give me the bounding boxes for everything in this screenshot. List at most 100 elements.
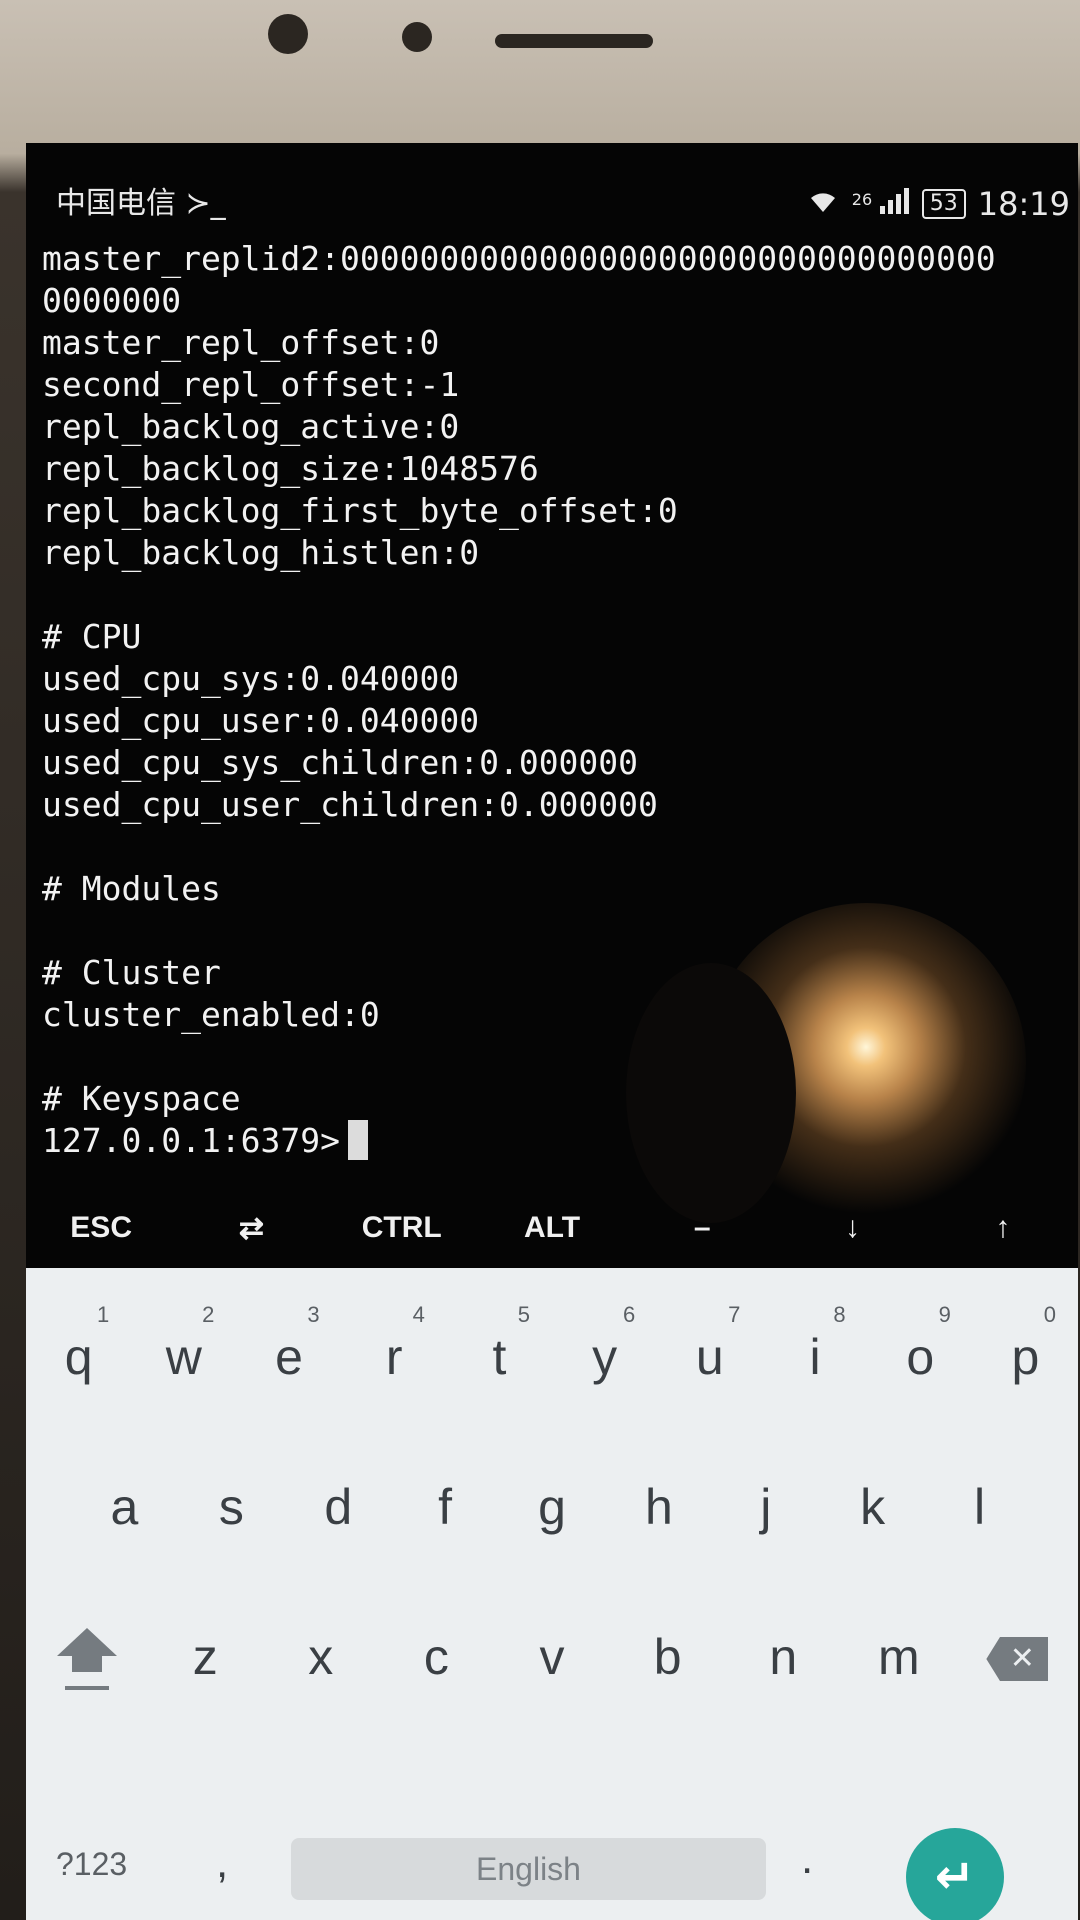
front-camera — [268, 14, 308, 54]
key-k[interactable]: k — [819, 1478, 926, 1536]
key-label: u — [695, 1329, 724, 1385]
key-h[interactable]: h — [605, 1478, 712, 1536]
key-d[interactable]: d — [285, 1478, 392, 1536]
terminal-line: used_cpu_user_children:0.000000 — [42, 785, 658, 824]
enter-icon: ↵ — [934, 1849, 976, 1905]
key-l[interactable]: l — [926, 1478, 1033, 1536]
terminal-line: # Cluster — [42, 953, 221, 992]
key-c[interactable]: c — [379, 1628, 495, 1690]
key-hint: 3 — [307, 1302, 320, 1327]
terminal-line: second_repl_offset:-1 — [42, 365, 460, 404]
key-hint: 6 — [622, 1302, 636, 1327]
status-bar: 中国电信 ≻_ 26 53 18:19 — [26, 143, 1078, 223]
signal-icon: 26 — [852, 188, 910, 220]
phone-screen: 中国电信 ≻_ 26 53 18:19 master_replid2:00000… — [26, 143, 1078, 1920]
key-f[interactable]: f — [392, 1478, 499, 1536]
key-label: y — [592, 1329, 618, 1385]
key-v[interactable]: v — [494, 1628, 610, 1690]
key-y[interactable]: 6y — [552, 1302, 657, 1386]
key-label: o — [906, 1329, 935, 1385]
key-q[interactable]: 1q — [26, 1302, 131, 1386]
terminal-line: master_replid2:0000000000000000000000000… — [42, 239, 996, 278]
terminal-line: repl_backlog_size:1048576 — [42, 449, 539, 488]
esc-key[interactable]: ESC — [26, 1211, 176, 1245]
keyboard-bottom-row: ?123 , English . ↵ — [26, 1828, 1078, 1920]
key-j[interactable]: j — [712, 1478, 819, 1536]
terminal-line: cluster_enabled:0 — [42, 995, 380, 1034]
symbols-key[interactable]: ?123 — [56, 1846, 127, 1883]
key-label: p — [1011, 1329, 1040, 1385]
shift-icon — [56, 1628, 117, 1690]
terminal-prompt-line[interactable]: 127.0.0.1:6379> — [42, 1120, 1072, 1162]
key-hint: 5 — [517, 1302, 531, 1327]
key-s[interactable]: s — [178, 1478, 285, 1536]
key-hint: 2 — [202, 1302, 215, 1327]
key-e[interactable]: 3e — [236, 1302, 341, 1386]
ctrl-key[interactable]: CTRL — [327, 1211, 477, 1245]
key-x[interactable]: x — [263, 1628, 379, 1690]
terminal-cursor — [348, 1120, 369, 1160]
backspace-icon: ✕ — [986, 1637, 1049, 1681]
backspace-key[interactable]: ✕ — [957, 1628, 1078, 1690]
terminal-line: repl_backlog_active:0 — [42, 407, 460, 446]
key-i[interactable]: 8i — [762, 1302, 867, 1386]
comma-key[interactable]: , — [216, 1838, 228, 1888]
carrier-label: 中国电信 ≻_ — [56, 186, 226, 221]
key-m[interactable]: m — [841, 1628, 957, 1690]
terminal-line: used_cpu_sys_children:0.000000 — [42, 743, 639, 782]
key-r[interactable]: 4r — [342, 1302, 447, 1386]
alt-key[interactable]: ALT — [477, 1211, 627, 1245]
terminal-line: 0000000 — [42, 281, 182, 320]
status-icons: 26 53 18:19 — [806, 185, 1070, 223]
soft-keyboard: 1q2w3e4r5t6y7u8i9o0p asdfghjkl z x c v b n m ✕ … — [26, 1268, 1078, 1920]
key-hint: 9 — [938, 1302, 951, 1327]
key-hint: 1 — [96, 1302, 110, 1327]
key-w[interactable]: 2w — [131, 1302, 236, 1386]
shift-key[interactable] — [26, 1628, 147, 1690]
earpiece-speaker — [495, 34, 653, 48]
proximity-sensor — [402, 22, 432, 52]
network-type-label: 26 — [851, 190, 873, 209]
enter-key[interactable]: ↵ — [906, 1828, 1004, 1920]
dash-key[interactable]: – — [627, 1211, 777, 1245]
key-o[interactable]: 9o — [868, 1302, 973, 1386]
key-n[interactable]: n — [725, 1628, 841, 1690]
terminal-line: repl_backlog_first_byte_offset:0 — [42, 491, 678, 530]
key-u[interactable]: 7u — [657, 1302, 762, 1386]
key-label: q — [64, 1329, 93, 1385]
battery-icon: 53 — [921, 189, 966, 219]
key-a[interactable]: a — [71, 1478, 178, 1536]
extra-keys-row: ESC ⇄ CTRL ALT – ↓ ↑ — [26, 1188, 1078, 1268]
key-z[interactable]: z — [147, 1628, 263, 1690]
terminal-line: repl_backlog_histlen:0 — [42, 533, 480, 572]
period-key[interactable]: . — [801, 1834, 813, 1884]
key-label: i — [809, 1329, 821, 1385]
key-label: e — [275, 1329, 303, 1385]
key-g[interactable]: g — [499, 1478, 606, 1536]
keyboard-row-1: 1q2w3e4r5t6y7u8i9o0p — [26, 1302, 1078, 1386]
keyboard-row-2: asdfghjkl — [26, 1478, 1078, 1536]
terminal-line: master_repl_offset:0 — [42, 323, 440, 362]
terminal-prompt: 127.0.0.1:6379> — [42, 1121, 341, 1160]
clock: 18:19 — [977, 185, 1070, 223]
wifi-icon — [806, 187, 840, 222]
key-t[interactable]: 5t — [447, 1302, 552, 1386]
key-b[interactable]: b — [610, 1628, 726, 1690]
tab-key[interactable]: ⇄ — [176, 1211, 326, 1246]
key-p[interactable]: 0p — [973, 1302, 1078, 1386]
key-label: w — [165, 1329, 202, 1385]
key-hint: 8 — [833, 1302, 846, 1327]
arrow-up-key[interactable]: ↑ — [928, 1211, 1078, 1245]
key-hint: 0 — [1043, 1302, 1057, 1327]
key-hint: 7 — [728, 1302, 741, 1327]
space-bar[interactable]: English — [291, 1838, 766, 1900]
terminal-line: used_cpu_user:0.040000 — [42, 701, 480, 740]
arrow-down-key[interactable]: ↓ — [777, 1211, 927, 1245]
key-label: t — [492, 1329, 507, 1385]
key-label: r — [385, 1329, 403, 1385]
terminal-line: # Keyspace — [42, 1079, 241, 1118]
terminal-output[interactable]: master_replid2:0000000000000000000000000… — [42, 238, 1072, 1162]
